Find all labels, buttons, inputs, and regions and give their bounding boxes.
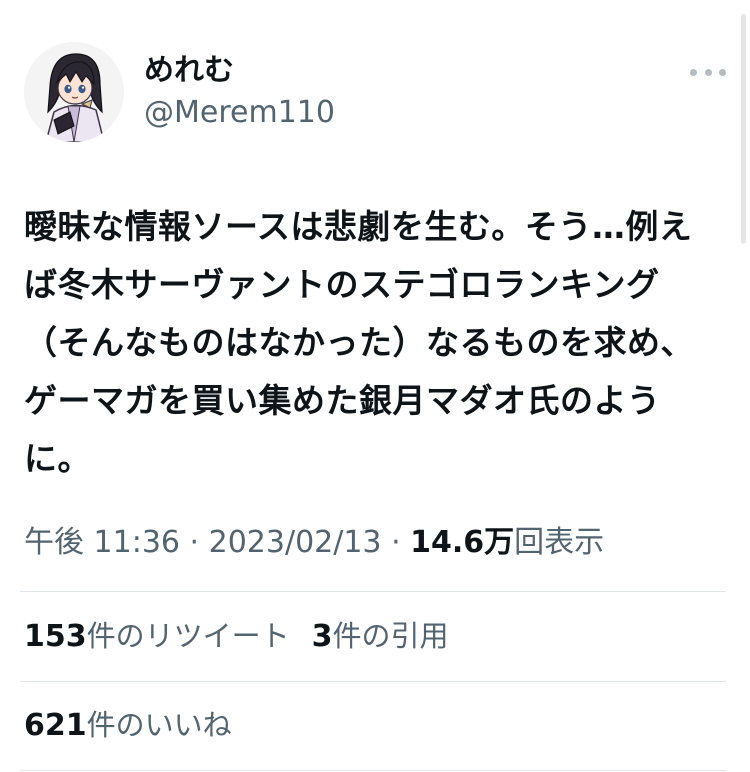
tweet-time[interactable]: 午後 11:36 — [24, 525, 180, 560]
retweet-quote-row: 153件のリツイート 3件の引用 — [24, 616, 449, 657]
divider — [20, 591, 726, 592]
user-handle[interactable]: @Merem110 — [144, 95, 335, 131]
meta-separator: · — [180, 525, 209, 560]
more-dot-icon — [719, 68, 726, 76]
more-dot-icon — [704, 68, 712, 76]
divider — [20, 681, 726, 682]
tweet-text: 曖昧な情報ソースは悲劇を生む。そう…例えば冬木サーヴァントのステゴロランキング（… — [24, 207, 694, 478]
quotes-count: 3 — [311, 619, 333, 654]
likes-row: 621件のいいね — [24, 705, 232, 746]
views-label: 回表示 — [514, 525, 605, 560]
likes-link[interactable]: 621件のいいね — [24, 708, 232, 743]
avatar[interactable] — [24, 42, 124, 142]
quotes-link[interactable]: 3件の引用 — [311, 619, 449, 654]
divider — [20, 770, 726, 771]
anime-avatar-icon — [24, 42, 124, 142]
more-options-button[interactable] — [690, 58, 726, 86]
retweets-label: 件のリツイート — [86, 619, 290, 653]
scrollbar[interactable] — [741, 14, 746, 244]
tweet-date[interactable]: 2023/02/13 — [209, 525, 382, 560]
meta-separator: · — [381, 525, 411, 560]
quotes-label: 件の引用 — [332, 619, 449, 653]
more-dot-icon — [690, 68, 697, 76]
retweets-count: 153 — [24, 619, 87, 654]
retweets-link[interactable]: 153件のリツイート — [24, 619, 290, 654]
display-name[interactable]: めれむ — [144, 53, 234, 89]
likes-label: 件のいいね — [86, 708, 232, 742]
views-unit: 万 — [484, 525, 515, 560]
views-count: 14.6 — [410, 525, 485, 560]
likes-count: 621 — [24, 708, 87, 743]
tweet-meta: 午後 11:36 · 2023/02/13 · 14.6万回表示 — [24, 522, 604, 564]
